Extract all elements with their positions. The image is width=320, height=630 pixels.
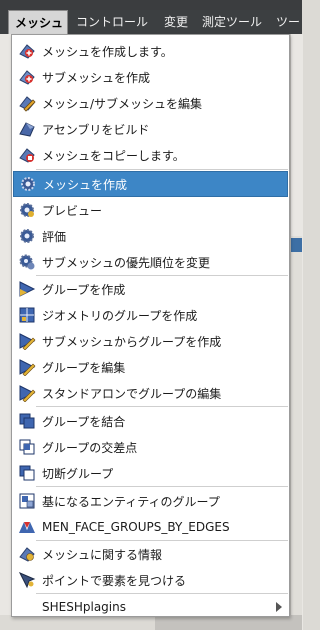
create-submesh-icon [18, 68, 36, 86]
menu-item-label: グループを作成 [42, 282, 126, 297]
menu-item-create-submesh[interactable]: サブメッシュを作成 [13, 64, 288, 90]
viewer-tab[interactable] [291, 238, 302, 252]
menu-item-preview[interactable]: プレビュー [13, 197, 288, 223]
menu-item-face-groups-by-edges[interactable]: MEN_FACE_GROUPS_BY_EDGES [13, 514, 288, 540]
menu-item-union-groups[interactable]: グループを結合 [13, 408, 288, 434]
menu-separator [36, 169, 288, 170]
menu-item-label: メッシュ/サブメッシュを編集 [42, 96, 203, 111]
compute-gear-icon [19, 175, 37, 193]
window-titlebar [0, 0, 302, 10]
menu-item-sheshplagins[interactable]: SHESHplagins [13, 594, 288, 620]
menu-item-label: 切断グループ [42, 466, 114, 481]
create-mesh-icon [18, 42, 36, 60]
menu-item-label: グループの交差点 [42, 440, 138, 455]
viewer-area [291, 236, 302, 630]
menu-separator [36, 406, 288, 407]
menu-item-label: グループを結合 [42, 414, 126, 429]
mesh-dropdown-menu: メッシュを作成します。 サブメッシュを作成 メッシュ/サブメッシュを編集 アセン… [11, 34, 290, 617]
standalone-edit-group-icon [18, 384, 36, 402]
menu-item-create-group[interactable]: グループを作成 [13, 276, 288, 302]
copy-mesh-icon [18, 146, 36, 164]
menu-item-create-mesh[interactable]: メッシュを作成します。 [13, 38, 288, 64]
menu-item-compute-mesh[interactable]: メッシュを作成 [13, 171, 288, 197]
menu-item-label: グループを編集 [42, 360, 126, 375]
menu-item-label: サブメッシュを作成 [42, 70, 151, 85]
menu-mesh[interactable]: メッシュ [8, 10, 68, 34]
menu-item-label: MEN_FACE_GROUPS_BY_EDGES [42, 520, 230, 534]
menu-control[interactable]: コントロール [76, 10, 148, 34]
evaluate-gear-icon [18, 227, 36, 245]
menu-item-label: 基になるエンティティのグループ [42, 494, 220, 509]
intersect-group-icon [18, 438, 36, 456]
submesh-group-icon [18, 332, 36, 350]
menu-item-cut-groups[interactable]: 切断グループ [13, 460, 288, 486]
geometry-group-icon [18, 306, 36, 324]
priority-gear-icon [18, 253, 36, 271]
menu-item-label: スタンドアロンでグループの編集 [42, 386, 222, 401]
menubar-left-stub[interactable] [0, 10, 8, 34]
create-group-icon [18, 280, 36, 298]
menu-item-label: メッシュをコピーします。 [42, 148, 185, 163]
menu-item-label: プレビュー [42, 203, 103, 218]
menu-item-create-geometry-group[interactable]: ジオメトリのグループを作成 [13, 302, 288, 328]
edit-group-icon [18, 358, 36, 376]
menu-tools[interactable]: ツー [276, 10, 300, 34]
menu-item-label: ジオメトリのグループを作成 [42, 308, 198, 323]
menu-item-label: サブメッシュからグループを作成 [42, 334, 222, 349]
menu-item-mesh-information[interactable]: メッシュに関する情報 [13, 541, 288, 567]
menu-item-label: ポイントで要素を見つける [42, 573, 187, 588]
submenu-arrow-icon [276, 602, 282, 612]
face-groups-by-edges-icon [18, 518, 36, 536]
menu-item-build-assembly[interactable]: アセンブリをビルド [13, 116, 288, 142]
menu-item-label: サブメッシュの優先順位を変更 [42, 255, 211, 270]
preview-gear-icon [18, 201, 36, 219]
menu-measure-tools[interactable]: 測定ツール [202, 10, 262, 34]
menu-item-edit-group[interactable]: グループを編集 [13, 354, 288, 380]
menu-item-intersect-groups[interactable]: グループの交差点 [13, 434, 288, 460]
menubar: メッシュ コントロール 変更 測定ツール ツー [0, 10, 302, 34]
menu-item-label: アセンブリをビルド [42, 122, 150, 137]
build-assembly-icon [18, 120, 36, 138]
menu-item-label: メッシュを作成します。 [42, 44, 173, 59]
menu-item-label: メッシュを作成 [43, 177, 128, 192]
menu-separator [36, 486, 288, 487]
menu-item-change-submesh-priority[interactable]: サブメッシュの優先順位を変更 [13, 249, 288, 275]
cut-group-icon [18, 464, 36, 482]
menu-item-create-group-from-submesh[interactable]: サブメッシュからグループを作成 [13, 328, 288, 354]
menu-item-label: 評価 [42, 229, 67, 244]
empty-icon-slot [18, 598, 36, 616]
union-group-icon [18, 412, 36, 430]
menu-modify[interactable]: 変更 [164, 10, 188, 34]
menu-item-find-element-by-point[interactable]: ポイントで要素を見つける [13, 567, 288, 593]
mesh-info-icon [18, 545, 36, 563]
edit-mesh-icon [18, 94, 36, 112]
menu-item-edit-mesh[interactable]: メッシュ/サブメッシュを編集 [13, 90, 288, 116]
underlying-entities-group-icon [18, 492, 36, 510]
menu-item-standalone-edit-group[interactable]: スタンドアロンでグループの編集 [13, 380, 288, 406]
find-element-by-point-icon [18, 571, 36, 589]
menu-item-copy-mesh[interactable]: メッシュをコピーします。 [13, 142, 288, 168]
menu-item-group-of-underlying-entities[interactable]: 基になるエンティティのグループ [13, 488, 288, 514]
menu-item-evaluate[interactable]: 評価 [13, 223, 288, 249]
menu-item-label: メッシュに関する情報 [42, 547, 163, 562]
menu-item-label: SHESHplagins [42, 600, 126, 614]
